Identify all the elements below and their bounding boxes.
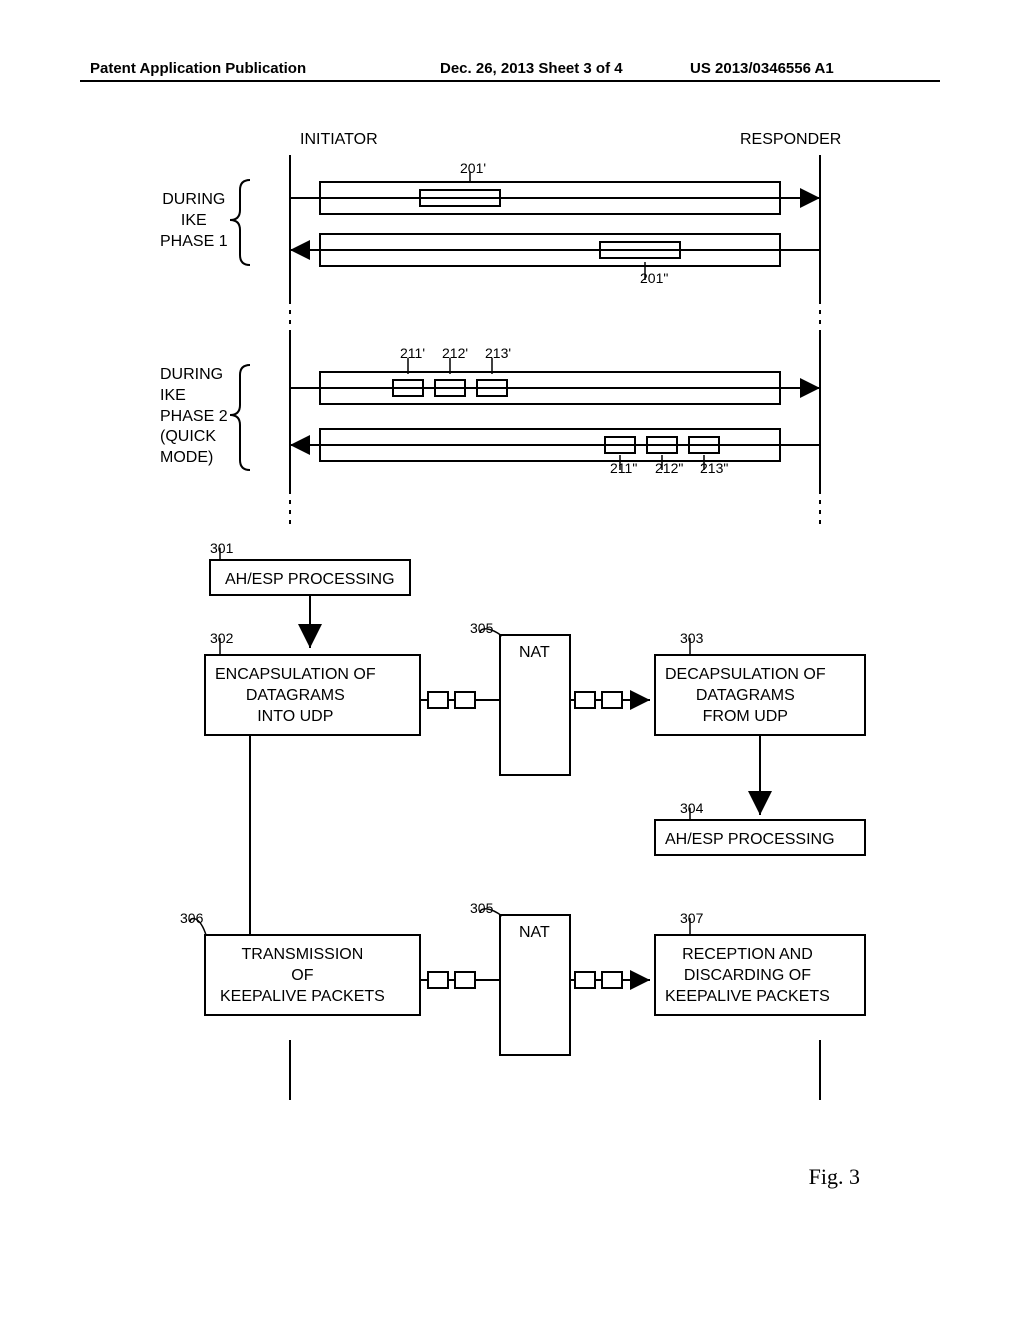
figure-diagram: INITIATOR RESPONDER DURING IKE PHASE 1 2… — [120, 130, 900, 1190]
header-right: US 2013/0346556 A1 — [690, 60, 834, 77]
header-left: Patent Application Publication — [90, 60, 306, 77]
diagram-svg — [120, 130, 900, 1190]
header-rule — [80, 80, 940, 82]
header-mid: Dec. 26, 2013 Sheet 3 of 4 — [440, 60, 623, 77]
